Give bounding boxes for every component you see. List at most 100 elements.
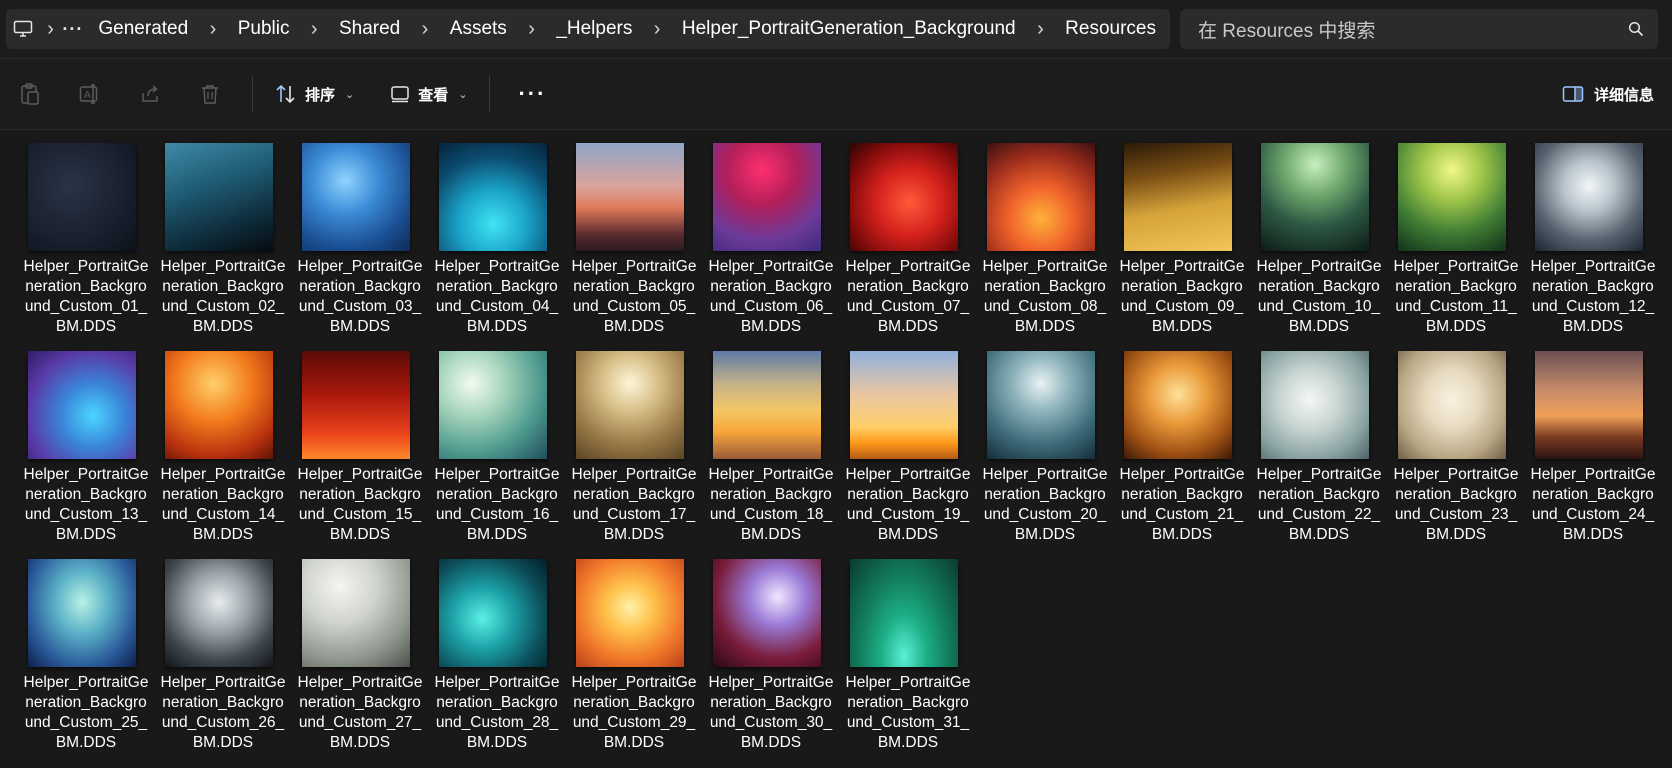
file-name: Helper_PortraitGeneration_Background_Cus…: [982, 466, 1108, 543]
search-placeholder[interactable]: 在 Resources 中搜索: [1180, 16, 1614, 43]
file-item[interactable]: Helper_PortraitGeneration_Background_Cus…: [1392, 345, 1520, 543]
file-item[interactable]: Helper_PortraitGeneration_Background_Cus…: [433, 345, 561, 543]
file-name: Helper_PortraitGeneration_Background_Cus…: [434, 466, 560, 543]
breadcrumb-item-assets[interactable]: Assets: [436, 9, 521, 49]
file-thumbnail: [439, 143, 547, 251]
file-item[interactable]: Helper_PortraitGeneration_Background_Cus…: [981, 345, 1109, 543]
file-item[interactable]: Helper_PortraitGeneration_Background_Cus…: [1255, 137, 1383, 335]
file-item[interactable]: Helper_PortraitGeneration_Background_Cus…: [1118, 345, 1246, 543]
file-thumbnail: [713, 351, 821, 459]
file-name: Helper_PortraitGeneration_Background_Cus…: [297, 258, 423, 335]
delete-button[interactable]: [180, 70, 240, 118]
file-name: Helper_PortraitGeneration_Background_Cus…: [1530, 258, 1656, 335]
sort-button[interactable]: 排序 ⌄: [265, 70, 364, 118]
file-thumbnail: [1398, 143, 1506, 251]
breadcrumb-item-helpers[interactable]: _Helpers: [542, 9, 646, 49]
file-thumbnail: [576, 559, 684, 667]
rename-button[interactable]: A: [60, 70, 120, 118]
file-item[interactable]: Helper_PortraitGeneration_Background_Cus…: [296, 345, 424, 543]
file-thumbnail: [1261, 143, 1369, 251]
file-item[interactable]: Helper_PortraitGeneration_Background_Cus…: [296, 553, 424, 751]
file-item[interactable]: Helper_PortraitGeneration_Background_Cus…: [159, 345, 287, 543]
more-options-button[interactable]: ···: [502, 81, 562, 107]
breadcrumb-item-background[interactable]: Helper_PortraitGeneration_Background: [668, 9, 1030, 49]
file-item[interactable]: Helper_PortraitGeneration_Background_Cus…: [844, 553, 972, 751]
file-item[interactable]: Helper_PortraitGeneration_Background_Cus…: [707, 345, 835, 543]
file-item[interactable]: Helper_PortraitGeneration_Background_Cus…: [433, 137, 561, 335]
file-thumbnail: [165, 143, 273, 251]
file-item[interactable]: Helper_PortraitGeneration_Background_Cus…: [1255, 345, 1383, 543]
file-name: Helper_PortraitGeneration_Background_Cus…: [708, 674, 834, 751]
file-thumbnail: [713, 559, 821, 667]
file-name: Helper_PortraitGeneration_Background_Cus…: [1119, 258, 1245, 335]
file-item[interactable]: Helper_PortraitGeneration_Background_Cus…: [570, 137, 698, 335]
chevron-right-icon[interactable]: ›: [202, 9, 224, 49]
toolbar-divider: [489, 76, 491, 112]
file-item[interactable]: Helper_PortraitGeneration_Background_Cus…: [22, 553, 150, 751]
file-item[interactable]: Helper_PortraitGeneration_Background_Cus…: [707, 137, 835, 335]
file-item[interactable]: Helper_PortraitGeneration_Background_Cus…: [570, 345, 698, 543]
file-thumbnail: [302, 351, 410, 459]
breadcrumb-item-generated[interactable]: Generated: [84, 9, 202, 49]
chevron-right-icon[interactable]: ›: [40, 9, 62, 49]
file-name: Helper_PortraitGeneration_Background_Cus…: [1256, 258, 1382, 335]
breadcrumb[interactable]: › ··· Generated › Public › Shared › Asse…: [6, 9, 1170, 49]
rename-icon: A: [79, 84, 98, 104]
chevron-down-icon: ⌄: [458, 88, 468, 101]
file-name: Helper_PortraitGeneration_Background_Cus…: [160, 466, 286, 543]
view-button[interactable]: 查看 ⌄: [380, 70, 477, 118]
file-item[interactable]: Helper_PortraitGeneration_Background_Cus…: [1529, 345, 1657, 543]
chevron-right-icon[interactable]: ›: [646, 9, 668, 49]
file-item[interactable]: Helper_PortraitGeneration_Background_Cus…: [296, 137, 424, 335]
file-item[interactable]: Helper_PortraitGeneration_Background_Cus…: [159, 137, 287, 335]
search-input[interactable]: 在 Resources 中搜索: [1180, 9, 1658, 49]
file-item[interactable]: Helper_PortraitGeneration_Background_Cus…: [844, 345, 972, 543]
view-icon: [391, 86, 409, 103]
file-thumbnail: [1261, 351, 1369, 459]
breadcrumb-overflow-button[interactable]: ···: [61, 9, 84, 49]
file-item[interactable]: Helper_PortraitGeneration_Background_Cus…: [22, 345, 150, 543]
file-item[interactable]: Helper_PortraitGeneration_Background_Cus…: [1529, 137, 1657, 335]
details-pane-button[interactable]: 详细信息: [1562, 70, 1654, 118]
file-item[interactable]: Helper_PortraitGeneration_Background_Cus…: [570, 553, 698, 751]
file-item[interactable]: Helper_PortraitGeneration_Background_Cus…: [1392, 137, 1520, 335]
paste-button[interactable]: [0, 70, 60, 118]
file-thumbnail: [439, 559, 547, 667]
breadcrumb-item-resources[interactable]: Resources: [1051, 9, 1170, 49]
file-name: Helper_PortraitGeneration_Background_Cus…: [571, 674, 697, 751]
chevron-right-icon[interactable]: ›: [521, 9, 543, 49]
chevron-right-icon[interactable]: ›: [1030, 9, 1052, 49]
file-name: Helper_PortraitGeneration_Background_Cus…: [23, 674, 149, 751]
file-thumbnail: [439, 351, 547, 459]
breadcrumb-item-public[interactable]: Public: [224, 9, 304, 49]
file-name: Helper_PortraitGeneration_Background_Cus…: [845, 466, 971, 543]
file-item[interactable]: Helper_PortraitGeneration_Background_Cus…: [707, 553, 835, 751]
divider: [0, 129, 1672, 130]
file-name: Helper_PortraitGeneration_Background_Cus…: [434, 674, 560, 751]
file-item[interactable]: Helper_PortraitGeneration_Background_Cus…: [1118, 137, 1246, 335]
file-thumbnail: [302, 559, 410, 667]
file-thumbnail: [850, 351, 958, 459]
file-name: Helper_PortraitGeneration_Background_Cus…: [23, 258, 149, 335]
file-name: Helper_PortraitGeneration_Background_Cus…: [297, 674, 423, 751]
file-item[interactable]: Helper_PortraitGeneration_Background_Cus…: [22, 137, 150, 335]
file-thumbnail: [28, 351, 136, 459]
chevron-right-icon[interactable]: ›: [303, 9, 325, 49]
file-thumbnail: [576, 351, 684, 459]
file-thumbnail: [850, 143, 958, 251]
chevron-down-icon: ⌄: [345, 88, 355, 101]
breadcrumb-item-shared[interactable]: Shared: [325, 9, 414, 49]
file-item[interactable]: Helper_PortraitGeneration_Background_Cus…: [981, 137, 1109, 335]
file-thumbnail: [28, 559, 136, 667]
file-item[interactable]: Helper_PortraitGeneration_Background_Cus…: [159, 553, 287, 751]
share-button[interactable]: [120, 70, 180, 118]
sort-icon: [276, 84, 295, 104]
search-icon[interactable]: [1614, 9, 1658, 49]
file-thumbnail: [576, 143, 684, 251]
file-item[interactable]: Helper_PortraitGeneration_Background_Cus…: [844, 137, 972, 335]
file-thumbnail: [1124, 351, 1232, 459]
this-pc-icon[interactable]: [6, 9, 40, 49]
chevron-right-icon[interactable]: ›: [414, 9, 436, 49]
file-item[interactable]: Helper_PortraitGeneration_Background_Cus…: [433, 553, 561, 751]
toolbar-divider: [252, 76, 253, 112]
